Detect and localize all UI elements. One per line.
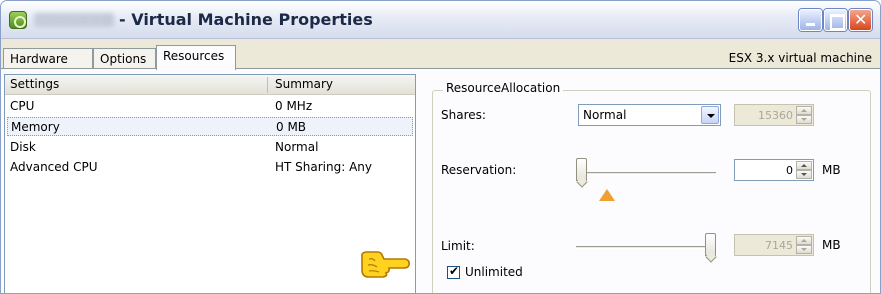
spin-down-icon[interactable] xyxy=(796,245,812,254)
list-row-advanced-cpu[interactable]: Advanced CPU HT Sharing: Any xyxy=(7,158,413,177)
list-header: Settings Summary xyxy=(5,75,415,95)
spin-up-icon[interactable] xyxy=(796,106,812,115)
row-summary: HT Sharing: Any xyxy=(275,160,373,174)
spin-buttons[interactable] xyxy=(796,161,812,179)
limit-stepper[interactable]: 7145 xyxy=(734,234,814,256)
unlimited-checkbox[interactable]: ✔ xyxy=(447,264,460,279)
spin-buttons[interactable] xyxy=(796,106,812,124)
vm-name-redacted: vmGECS2 xyxy=(34,13,114,27)
limit-slider-thumb[interactable] xyxy=(705,233,716,256)
row-summary: 0 MB xyxy=(276,120,307,134)
row-setting: Advanced CPU xyxy=(10,160,98,174)
spin-down-icon[interactable] xyxy=(796,115,812,124)
list-row-memory[interactable]: Memory 0 MB xyxy=(7,117,413,136)
warning-triangle-icon xyxy=(599,189,615,201)
maximize-button[interactable] xyxy=(824,9,847,31)
row-summary: 0 MHz xyxy=(275,99,313,113)
spin-up-icon[interactable] xyxy=(796,161,812,170)
column-header-summary[interactable]: Summary xyxy=(275,77,333,91)
column-header-settings[interactable]: Settings xyxy=(10,77,59,91)
close-icon: ✕ xyxy=(854,10,868,29)
shares-dropdown[interactable]: Normal xyxy=(578,104,721,126)
row-setting: CPU xyxy=(10,99,35,113)
shares-value-stepper[interactable]: 15360 xyxy=(734,104,814,126)
column-divider[interactable] xyxy=(267,77,268,93)
group-title: ResourceAllocation xyxy=(443,81,564,95)
pointing-hand-icon xyxy=(361,251,410,278)
window-title: - Virtual Machine Properties xyxy=(119,10,373,29)
unlimited-label[interactable]: Unlimited xyxy=(465,265,523,279)
spin-up-icon[interactable] xyxy=(796,236,812,245)
limit-label: Limit: xyxy=(441,239,475,253)
title-bar[interactable]: vmGECS2 - Virtual Machine Properties ✕ xyxy=(1,1,880,39)
list-row-cpu[interactable]: CPU 0 MHz xyxy=(7,97,413,116)
reservation-value: 0 xyxy=(786,164,793,177)
spin-down-icon[interactable] xyxy=(796,170,812,179)
tab-resources[interactable]: Resources xyxy=(156,45,236,70)
minimize-button[interactable] xyxy=(799,9,822,31)
shares-selected: Normal xyxy=(583,108,627,122)
row-summary: Normal xyxy=(275,140,319,154)
limit-slider-track[interactable] xyxy=(576,246,716,249)
close-button[interactable]: ✕ xyxy=(849,9,872,31)
vm-properties-window: vmGECS2 - Virtual Machine Properties ✕ H… xyxy=(0,0,881,294)
tab-options[interactable]: Options xyxy=(93,48,156,69)
list-row-disk[interactable]: Disk Normal xyxy=(7,138,413,157)
spin-buttons[interactable] xyxy=(796,236,812,254)
reservation-slider-thumb[interactable] xyxy=(576,158,587,181)
chevron-down-icon[interactable] xyxy=(701,106,719,124)
shares-value: 15360 xyxy=(758,109,793,122)
limit-unit: MB xyxy=(822,238,841,252)
reservation-label: Reservation: xyxy=(441,163,517,177)
settings-list[interactable]: Settings Summary CPU 0 MHz Memory 0 MB D… xyxy=(4,74,416,293)
limit-value: 7145 xyxy=(765,239,793,252)
reservation-unit: MB xyxy=(822,163,841,177)
checkmark-icon: ✔ xyxy=(449,264,460,278)
vm-icon xyxy=(9,11,27,29)
reservation-stepper[interactable]: 0 xyxy=(734,159,814,181)
shares-label: Shares: xyxy=(441,108,486,122)
row-setting: Memory xyxy=(11,120,60,134)
tab-hardware[interactable]: Hardware xyxy=(3,48,93,69)
reservation-slider-track[interactable] xyxy=(576,172,716,175)
row-setting: Disk xyxy=(10,140,36,154)
vm-type-label: ESX 3.x virtual machine xyxy=(728,51,872,65)
